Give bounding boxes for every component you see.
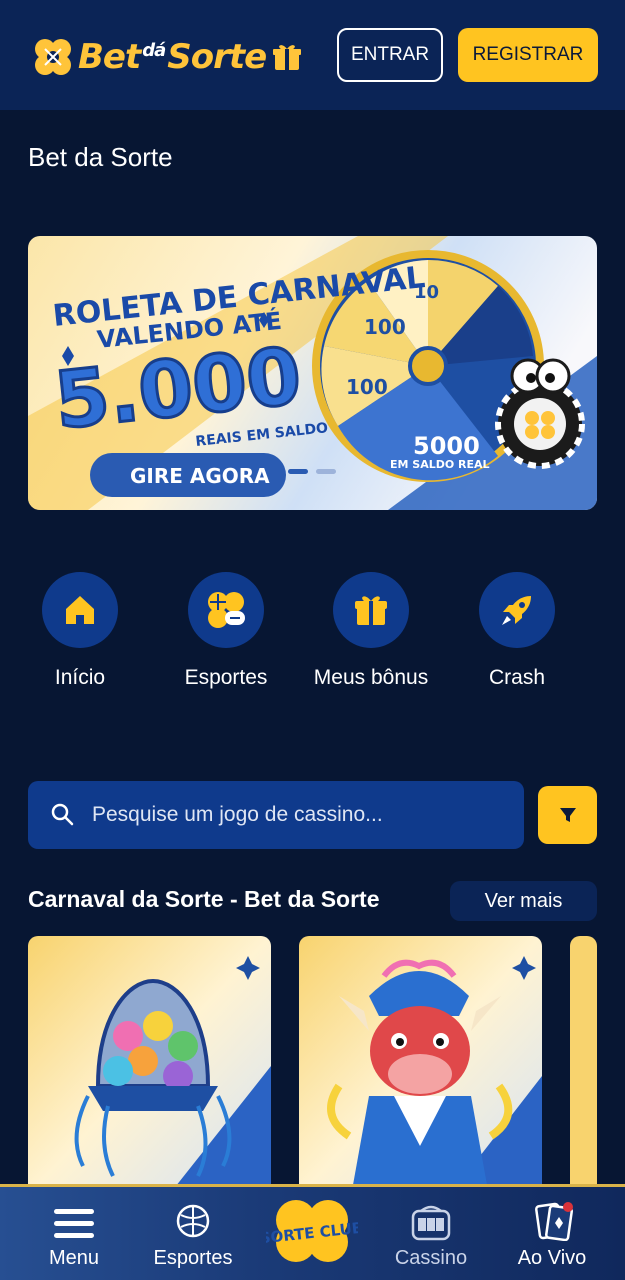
quick-link-label: Meus bônus bbox=[313, 666, 429, 689]
filter-button[interactable] bbox=[538, 786, 597, 844]
game-card[interactable] bbox=[570, 936, 597, 1196]
sports-balls-icon bbox=[208, 592, 245, 628]
carousel-dot[interactable] bbox=[316, 469, 336, 474]
registrar-button[interactable]: REGISTRAR bbox=[458, 28, 598, 82]
bottom-navigation: Menu Esportes SORTE CLUB Cassino Ao Vivo bbox=[0, 1184, 625, 1280]
clover-icon bbox=[35, 39, 71, 75]
quick-link-label: Início bbox=[54, 666, 106, 689]
top-header: Bet dáSorte ENTRAR REGISTRAR bbox=[0, 0, 625, 110]
nav-label: Cassino bbox=[394, 1247, 468, 1269]
game-thumbnail bbox=[570, 936, 597, 1196]
nav-cassino[interactable]: Cassino bbox=[385, 1187, 477, 1280]
gift-icon bbox=[355, 596, 387, 625]
gift-icon bbox=[273, 45, 302, 70]
home-icon bbox=[66, 596, 94, 624]
banner-artwork: 5000 EM SALDO REAL 100 100 10 ROLETA DE … bbox=[28, 236, 597, 510]
wheel-segment-100b: 100 bbox=[346, 375, 388, 399]
gire-agora-label: GIRE AGORA bbox=[130, 464, 270, 488]
promo-banner[interactable]: 5000 EM SALDO REAL 100 100 10 ROLETA DE … bbox=[28, 236, 597, 510]
wheel-segment-100a: 100 bbox=[364, 315, 406, 339]
search-icon bbox=[51, 803, 74, 826]
wheel-segment-5000-sub: EM SALDO REAL bbox=[390, 458, 490, 471]
section-title: Carnaval da Sorte - Bet da Sorte bbox=[28, 886, 380, 912]
nav-menu[interactable]: Menu bbox=[33, 1187, 115, 1280]
nav-ao-vivo[interactable]: Ao Vivo bbox=[508, 1187, 596, 1280]
nav-label: Ao Vivo bbox=[517, 1247, 587, 1269]
slot-machine-icon bbox=[411, 1205, 451, 1241]
nav-sorte-club[interactable]: SORTE CLUB bbox=[262, 1187, 362, 1280]
hamburger-menu-icon bbox=[54, 1209, 94, 1238]
rocket-icon bbox=[502, 596, 531, 625]
page-title: Bet da Sorte bbox=[28, 142, 173, 172]
ver-mais-button[interactable]: Ver mais bbox=[450, 881, 597, 921]
quick-link-meus-bonus[interactable]: Meus bônus bbox=[311, 572, 431, 691]
casino-search-bar[interactable]: Pesquise um jogo de cassino... bbox=[28, 781, 524, 849]
nav-label: Menu bbox=[48, 1247, 100, 1269]
game-thumbnail bbox=[28, 936, 271, 1196]
quick-link-inicio[interactable]: Início bbox=[20, 572, 140, 691]
filter-icon bbox=[559, 808, 576, 822]
carousel-dot-active[interactable] bbox=[288, 469, 308, 474]
entrar-button[interactable]: ENTRAR bbox=[337, 28, 443, 82]
nav-esportes[interactable]: Esportes bbox=[143, 1187, 243, 1280]
nav-label: Esportes bbox=[153, 1247, 233, 1269]
live-indicator-dot bbox=[563, 1202, 573, 1212]
game-card[interactable] bbox=[299, 936, 542, 1196]
bet-da-sorte-logo[interactable]: Bet dáSorte bbox=[32, 36, 302, 78]
search-input[interactable]: Pesquise um jogo de cassino... bbox=[92, 803, 383, 827]
game-thumbnail bbox=[299, 936, 542, 1196]
quick-link-label: Crash bbox=[488, 666, 546, 689]
sports-balls-icon bbox=[176, 1204, 210, 1238]
live-cards-icon bbox=[535, 1202, 573, 1241]
quick-link-label: Esportes bbox=[184, 666, 268, 689]
sorte-club-logo: SORTE CLUB bbox=[266, 1199, 358, 1262]
logo-text: Bet dáSorte bbox=[78, 37, 267, 77]
quick-link-crash[interactable]: Crash bbox=[457, 572, 577, 691]
quick-link-esportes[interactable]: Esportes bbox=[166, 572, 286, 691]
game-card[interactable] bbox=[28, 936, 271, 1196]
wheel-segment-5000: 5000 bbox=[413, 432, 480, 460]
